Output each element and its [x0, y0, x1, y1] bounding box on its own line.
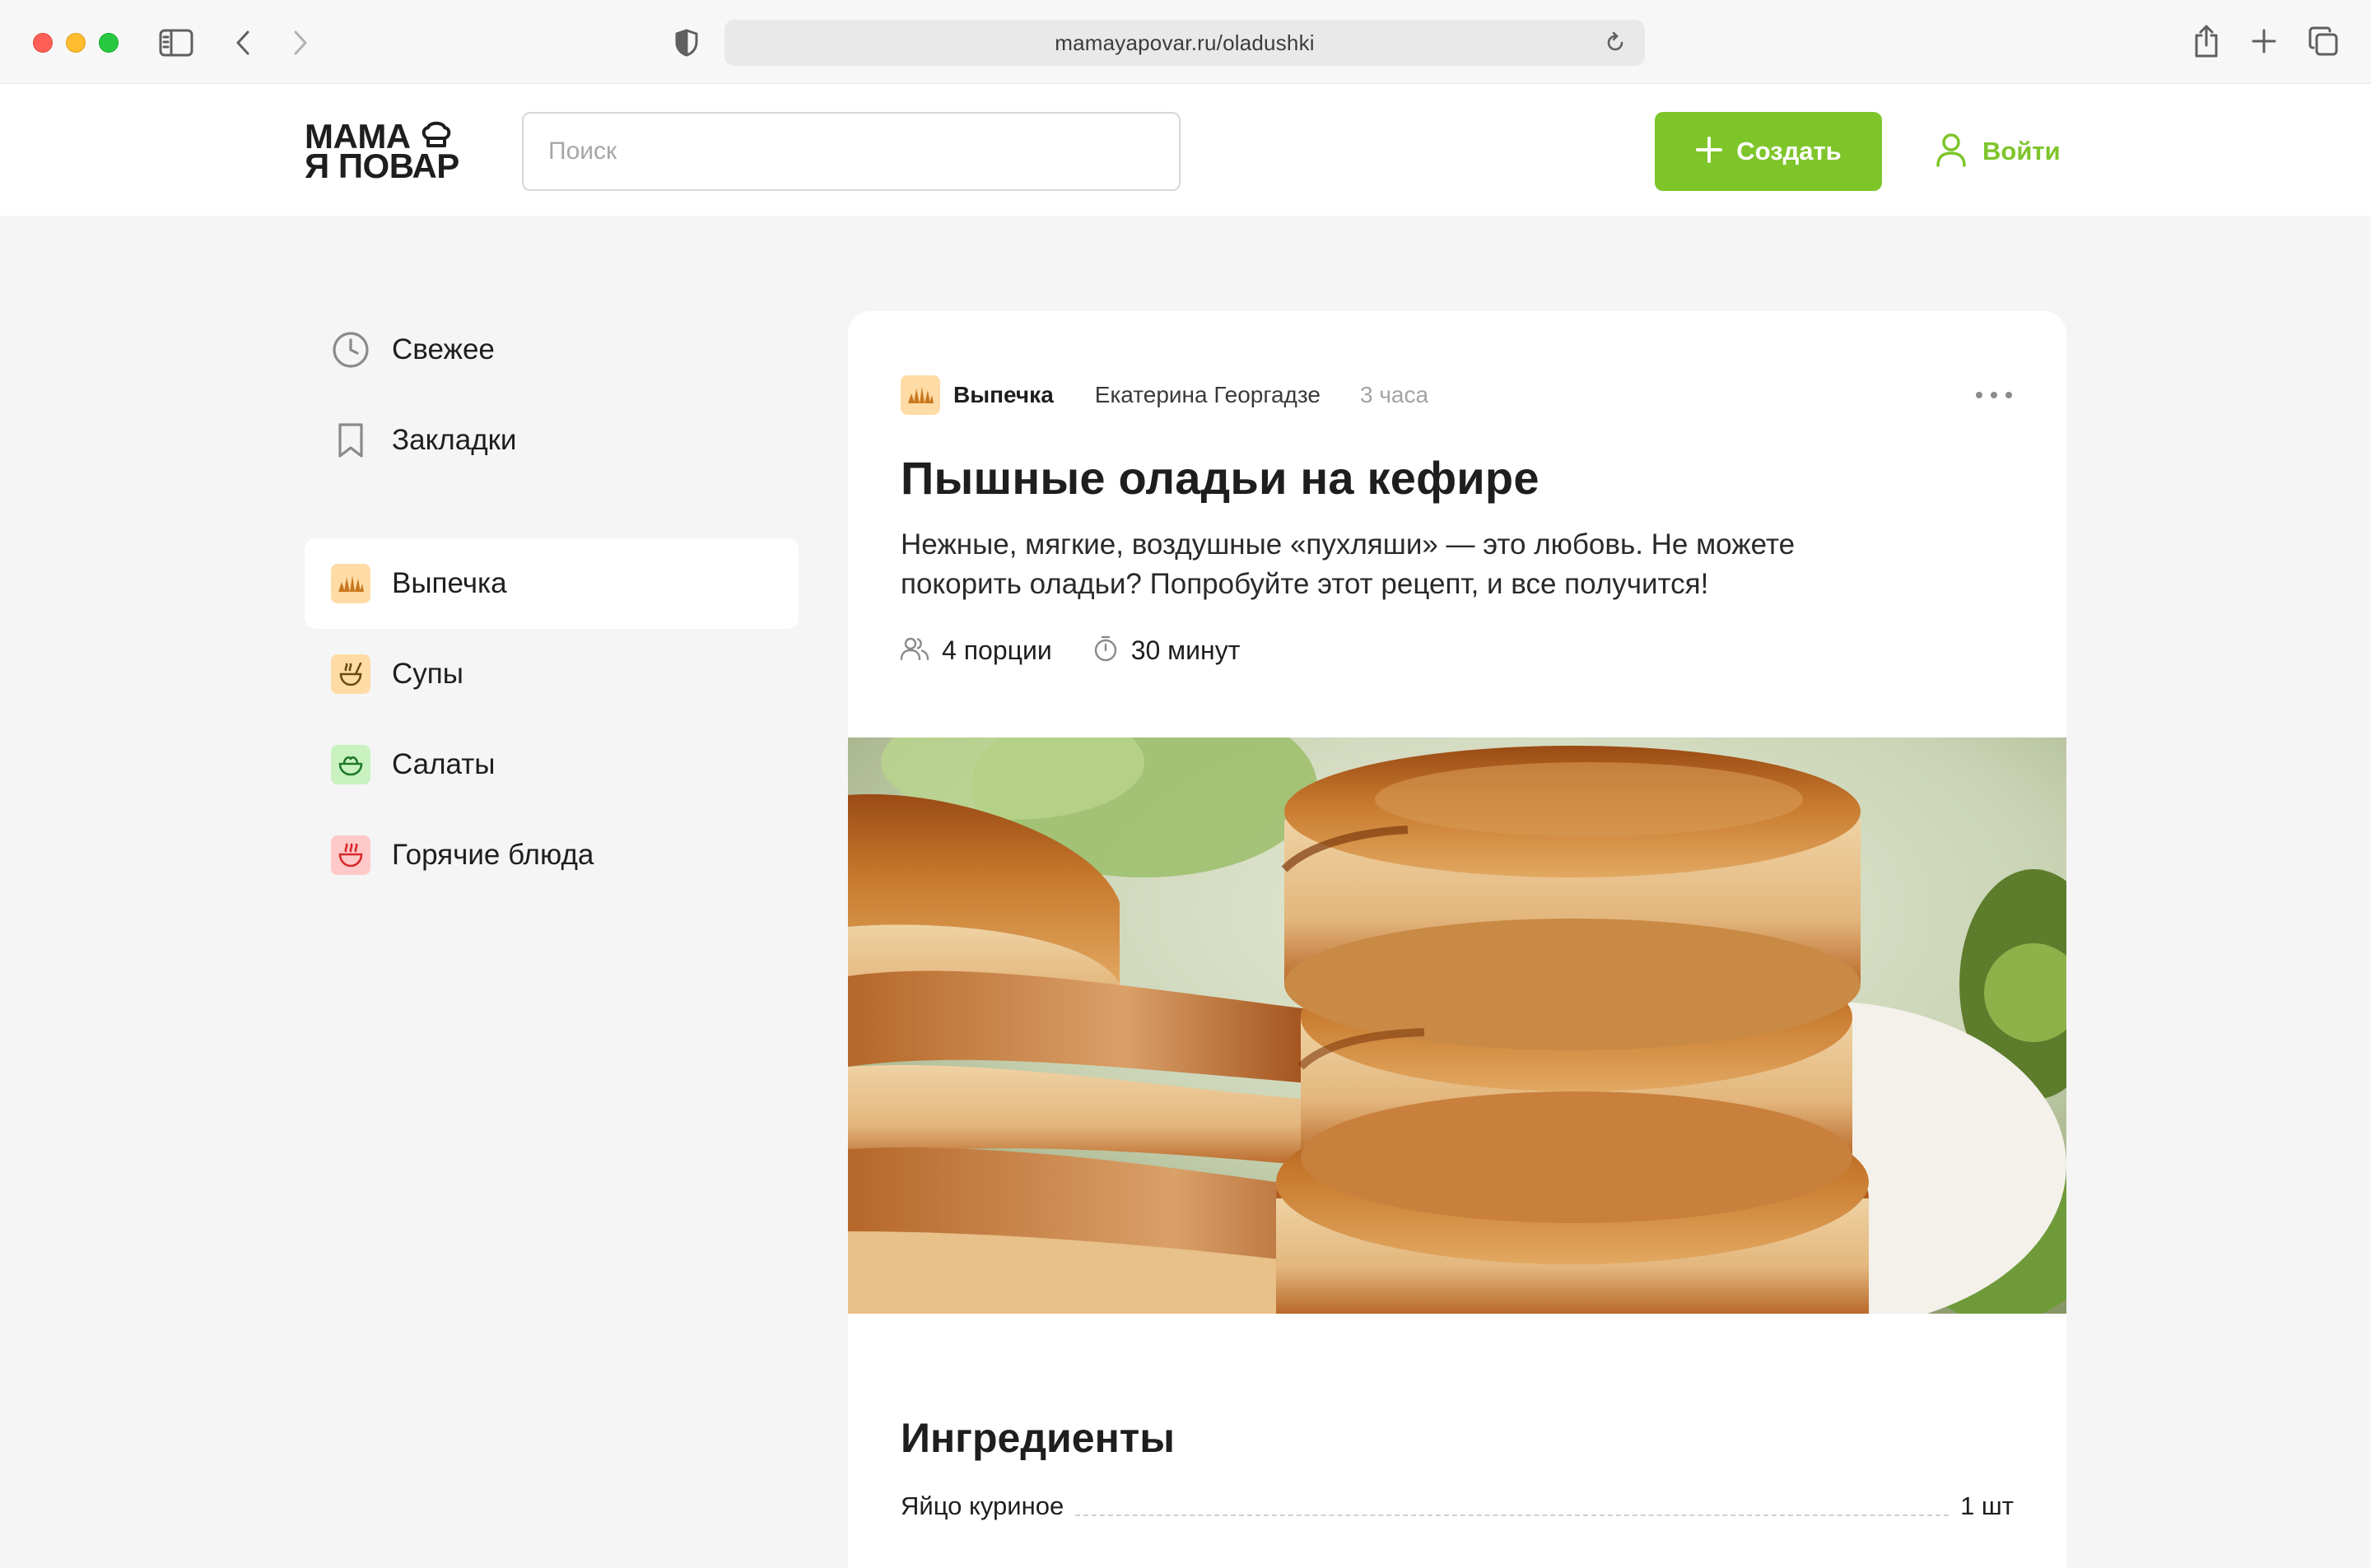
forward-arrow-icon[interactable] — [288, 26, 313, 59]
sidebar-toggle-icon[interactable] — [158, 26, 194, 59]
plus-icon — [1695, 136, 1723, 168]
recipe-card: Выпечка Екатерина Георгадзе 3 часа Пышны… — [848, 311, 2066, 1568]
close-window-button[interactable] — [33, 33, 53, 53]
ingredients-title: Ингредиенты — [901, 1415, 1175, 1461]
chef-hat-icon — [420, 119, 453, 154]
login-button-label: Войти — [1982, 137, 2061, 165]
duration-text: 30 минут — [1130, 635, 1241, 665]
soup-icon — [331, 654, 370, 694]
sidebar-item-label: Свежее — [392, 333, 495, 365]
sidebar-item-salads[interactable]: Салаты — [305, 719, 799, 810]
hot-dish-icon — [331, 835, 370, 875]
bookmark-icon — [331, 421, 370, 460]
recipe-stats: 4 порции 30 минут — [900, 632, 1241, 668]
address-bar-url: mamayapovar.ru/oladushki — [1055, 30, 1315, 55]
create-button-label: Создать — [1736, 137, 1842, 165]
post-author-link[interactable]: Екатерина Георгадзе — [1095, 382, 1321, 408]
sidebar-item-label: Салаты — [392, 748, 496, 780]
sidebar-item-label: Выпечка — [392, 567, 507, 599]
browser-toolbar: mamayapovar.ru/oladushki — [0, 0, 2371, 84]
ingredient-row: Яйцо куриное 1 шт — [901, 1485, 2014, 1521]
site-header: МАМА Я ПОВАР Создать Войти — [0, 84, 2371, 216]
sidebar-item-hot-dishes[interactable]: Горячие блюда — [305, 810, 799, 900]
address-bar[interactable]: mamayapovar.ru/oladushki — [724, 20, 1645, 66]
more-options-icon[interactable] — [1976, 385, 2012, 405]
site-logo[interactable]: МАМА Я ПОВАР — [305, 119, 477, 188]
post-category-link[interactable]: Выпечка — [953, 382, 1054, 408]
minimize-window-button[interactable] — [66, 33, 86, 53]
clock-icon — [331, 330, 370, 370]
duration-stat: 30 минут — [1093, 635, 1241, 666]
sidebar-item-baking[interactable]: Выпечка — [305, 538, 799, 629]
user-icon — [1935, 133, 1968, 171]
zoom-window-button[interactable] — [99, 33, 119, 53]
sidebar-item-soups[interactable]: Супы — [305, 629, 799, 719]
login-button[interactable]: Войти — [1935, 112, 2061, 191]
croissant-icon — [901, 375, 940, 415]
logo-line-2: Я ПОВАР — [305, 147, 459, 185]
sidebar-item-bookmarks[interactable]: Закладки — [305, 395, 799, 486]
sidebar-item-label: Супы — [392, 658, 463, 690]
tab-overview-icon[interactable] — [2305, 25, 2341, 58]
share-icon[interactable] — [2190, 23, 2223, 59]
post-time: 3 часа — [1359, 382, 1429, 407]
croissant-icon — [331, 564, 370, 603]
recipe-photo — [848, 737, 2066, 1314]
sidebar: Свежее Закладки Выпечка Супы Салаты Горя… — [305, 305, 799, 900]
create-button[interactable]: Создать — [1655, 112, 1882, 191]
ingredient-leader-line — [1075, 1514, 1949, 1516]
sidebar-item-label: Горячие блюда — [392, 839, 594, 871]
new-tab-icon[interactable] — [2248, 25, 2280, 58]
post-meta: Выпечка Екатерина Георгадзе 3 часа — [901, 375, 1428, 415]
salad-icon — [331, 745, 370, 784]
ingredient-name: Яйцо куриное — [901, 1491, 1064, 1520]
privacy-shield-icon[interactable] — [672, 26, 701, 59]
timer-icon — [1093, 635, 1118, 666]
servings-text: 4 порции — [942, 635, 1052, 665]
recipe-title: Пышные оладьи на кефире — [901, 452, 1540, 504]
sidebar-item-label: Закладки — [392, 424, 517, 456]
back-arrow-icon[interactable] — [231, 26, 255, 59]
people-icon — [900, 636, 929, 665]
sidebar-item-fresh[interactable]: Свежее — [305, 305, 799, 395]
ingredient-quantity: 1 шт — [1960, 1491, 2014, 1520]
reload-icon[interactable] — [1604, 31, 1627, 58]
recipe-description: Нежные, мягкие, воздушные «пухляши» — эт… — [901, 528, 1796, 600]
search-input[interactable] — [522, 112, 1181, 191]
